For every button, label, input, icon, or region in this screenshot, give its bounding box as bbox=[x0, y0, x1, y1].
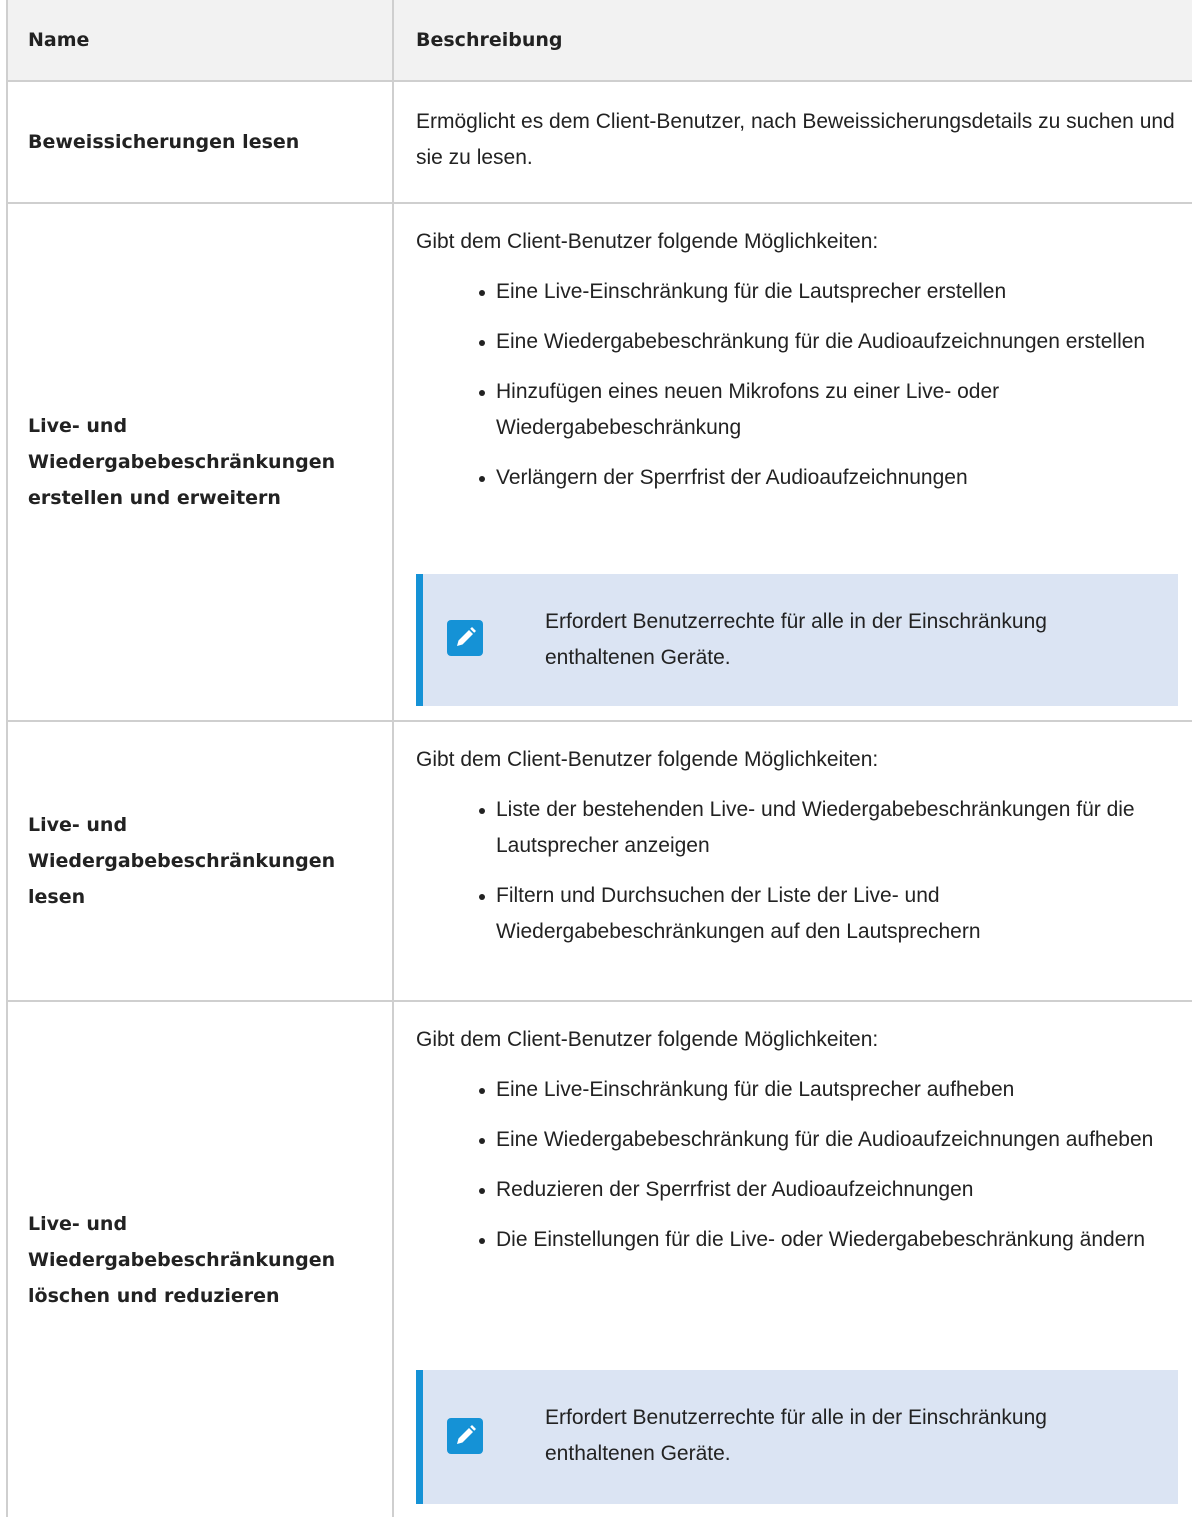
permission-name: Live- und Wiedergabebeschränkungen lösch… bbox=[28, 1212, 336, 1307]
permission-name: Beweissicherungen lesen bbox=[28, 131, 300, 153]
description-intro: Gibt dem Client-Benutzer folgende Möglic… bbox=[416, 230, 879, 253]
permission-name: Live- und Wiedergabebeschränkungen erste… bbox=[28, 415, 336, 509]
permission-description: Ermöglicht es dem Client-Benutzer, nach … bbox=[416, 104, 1178, 176]
column-divider bbox=[392, 0, 394, 80]
column-header-name: Name bbox=[28, 29, 90, 51]
description-intro: Gibt dem Client-Benutzer folgende Möglic… bbox=[416, 748, 879, 771]
note-box: Erfordert Benutzerrechte für alle in der… bbox=[416, 1370, 1178, 1504]
pencil-note-icon bbox=[447, 620, 483, 656]
list-item: Eine Wiedergabebeschränkung für die Audi… bbox=[416, 324, 1178, 360]
description-text: Ermöglicht es dem Client-Benutzer, nach … bbox=[416, 110, 1175, 169]
permission-description: Gibt dem Client-Benutzer folgende Möglic… bbox=[416, 1022, 1178, 1258]
note-text: Erfordert Benutzerrechte für alle in der… bbox=[545, 610, 1047, 669]
table-row: Live- und Wiedergabebeschränkungen lösch… bbox=[6, 1002, 1192, 1517]
bullet-list: Eine Live-Einschränkung für die Lautspre… bbox=[416, 1072, 1178, 1258]
bullet-list: Liste der bestehenden Live- und Wiederga… bbox=[416, 792, 1178, 950]
permission-name: Live- und Wiedergabebeschränkungen lesen bbox=[28, 814, 336, 908]
table-header-row: Name Beschreibung bbox=[6, 0, 1192, 82]
list-item: Hinzufügen eines neuen Mikrofons zu eine… bbox=[416, 374, 1178, 446]
list-item: Filtern und Durchsuchen der Liste der Li… bbox=[416, 878, 1178, 950]
description-intro: Gibt dem Client-Benutzer folgende Möglic… bbox=[416, 1028, 879, 1051]
table-row: Live- und Wiedergabebeschränkungen erste… bbox=[6, 204, 1192, 722]
list-item: Eine Wiedergabebeschränkung für die Audi… bbox=[416, 1122, 1178, 1158]
permissions-table: Name Beschreibung Beweissicherungen lese… bbox=[0, 0, 1192, 1517]
list-item: Reduzieren der Sperrfrist der Audioaufze… bbox=[416, 1172, 1178, 1208]
column-divider bbox=[392, 1002, 394, 1517]
column-divider bbox=[392, 82, 394, 202]
pencil-note-icon bbox=[447, 1418, 483, 1454]
table-row: Live- und Wiedergabebeschränkungen lesen… bbox=[6, 722, 1192, 1002]
bullet-list: Eine Live-Einschränkung für die Lautspre… bbox=[416, 274, 1178, 496]
column-header-description: Beschreibung bbox=[416, 29, 563, 51]
table-row: Beweissicherungen lesen Ermöglicht es de… bbox=[6, 82, 1192, 204]
list-item: Liste der bestehenden Live- und Wiederga… bbox=[416, 792, 1178, 864]
list-item: Eine Live-Einschränkung für die Lautspre… bbox=[416, 274, 1178, 310]
list-item: Eine Live-Einschränkung für die Lautspre… bbox=[416, 1072, 1178, 1108]
note-text: Erfordert Benutzerrechte für alle in der… bbox=[545, 1406, 1047, 1465]
permission-description: Gibt dem Client-Benutzer folgende Möglic… bbox=[416, 224, 1178, 496]
list-item: Verlängern der Sperrfrist der Audioaufze… bbox=[416, 460, 1178, 496]
column-divider bbox=[392, 722, 394, 1000]
note-box: Erfordert Benutzerrechte für alle in der… bbox=[416, 574, 1178, 706]
column-divider bbox=[392, 204, 394, 720]
list-item: Die Einstellungen für die Live- oder Wie… bbox=[416, 1222, 1178, 1258]
permission-description: Gibt dem Client-Benutzer folgende Möglic… bbox=[416, 742, 1178, 950]
